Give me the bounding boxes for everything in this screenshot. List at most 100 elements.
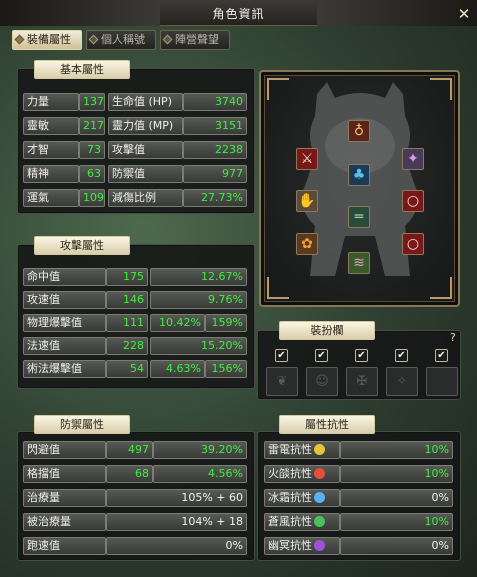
gloves-slot-icon[interactable]: ✋ xyxy=(296,190,318,212)
bracer-slot-icon[interactable]: ✦ xyxy=(402,148,424,170)
costume-slot-icon[interactable] xyxy=(426,367,458,396)
stat-percent: 15.20% xyxy=(150,337,247,355)
tab-faction-reputation[interactable]: 陣營聲望 xyxy=(160,30,230,50)
stat-value: 73 xyxy=(79,141,105,159)
resistance-value: 0% xyxy=(340,489,453,507)
trinket-slot-icon[interactable]: ✿ xyxy=(296,233,318,255)
resistance-label-text: 幽冥抗性 xyxy=(268,539,312,552)
stat-label: 靈力值 (MP) xyxy=(108,117,183,135)
stat-value: 3151 xyxy=(183,117,247,135)
stat-value: 228 xyxy=(106,337,148,355)
stat-value: 68 xyxy=(106,465,153,483)
resistance-label-text: 火燄抗性 xyxy=(268,467,312,480)
corner-ornament xyxy=(267,78,289,100)
costume-toggle-checkbox[interactable]: ✔ xyxy=(315,349,328,362)
stat-label: 力量 xyxy=(23,93,79,111)
armor-slot-icon[interactable]: ♣ xyxy=(348,164,370,186)
stat-value: 146 xyxy=(106,291,148,309)
stat-percent: 4.63% xyxy=(150,360,205,378)
character-info-window: 角色資訊 ✕ 裝備屬性 個人稱號 陣營聲望 基本屬性 ♁ ⚔ ✦ ♣ ✋ ○ ═… xyxy=(0,0,477,577)
ring-slot-icon[interactable]: ○ xyxy=(402,190,424,212)
stat-label: 攻擊值 xyxy=(108,141,183,159)
resistance-value: 10% xyxy=(340,465,453,483)
stat-multiplier: 156% xyxy=(205,360,247,378)
resistance-value: 0% xyxy=(340,537,453,555)
boots-slot-icon[interactable]: ≋ xyxy=(348,252,370,274)
stat-value: 175 xyxy=(106,268,148,286)
necklace-slot-icon[interactable]: ♁ xyxy=(348,120,370,142)
costume-slot-icon[interactable]: ✧ xyxy=(386,367,418,396)
stat-percent: 9.76% xyxy=(150,291,247,309)
resistance-value: 10% xyxy=(340,441,453,459)
corner-ornament xyxy=(267,277,289,299)
stat-label: 治療量 xyxy=(23,489,106,507)
costume-toggle-checkbox[interactable]: ✔ xyxy=(355,349,368,362)
stat-label: 法速值 xyxy=(23,337,106,355)
stat-multiplier: 159% xyxy=(205,314,247,332)
fire-icon xyxy=(314,468,325,479)
resistance-label-text: 蒼風抗性 xyxy=(268,515,312,528)
diamond-icon xyxy=(162,34,173,45)
stat-label: 運氣 xyxy=(23,189,79,207)
stat-label: 跑速值 xyxy=(23,537,106,555)
stat-label: 術法爆擊值 xyxy=(23,360,106,378)
stat-value: 0% xyxy=(106,537,247,555)
weapon-slot-icon[interactable]: ⚔ xyxy=(296,148,318,170)
dark-icon xyxy=(314,540,325,551)
stat-label: 閃避值 xyxy=(23,441,106,459)
stat-label: 物理爆擊值 xyxy=(23,314,106,332)
help-icon[interactable]: ? xyxy=(450,331,456,344)
corner-ornament xyxy=(430,78,452,100)
stat-value: 2238 xyxy=(183,141,247,159)
stat-value: 109 xyxy=(79,189,105,207)
stat-label: 減傷比例 xyxy=(108,189,183,207)
stat-label: 精神 xyxy=(23,165,79,183)
resistance-label: 火燄抗性 xyxy=(264,465,340,483)
title-bar[interactable]: 角色資訊 ✕ xyxy=(0,0,477,26)
attack-attributes-title: 攻擊屬性 xyxy=(34,236,130,255)
resistance-label: 蒼風抗性 xyxy=(264,513,340,531)
costume-slot-icon[interactable]: ✠ xyxy=(346,367,378,396)
tab-label: 個人稱號 xyxy=(101,33,145,46)
stat-value: 104% + 18 xyxy=(106,513,247,531)
stat-percent: 10.42% xyxy=(150,314,205,332)
costume-slot-icon[interactable]: ❦ xyxy=(266,367,298,396)
stat-label: 才智 xyxy=(23,141,79,159)
resistance-label: 冰霜抗性 xyxy=(264,489,340,507)
stat-percent: 4.56% xyxy=(153,465,247,483)
tab-equipment-attributes[interactable]: 裝備屬性 xyxy=(12,30,82,50)
stat-label: 靈敏 xyxy=(23,117,79,135)
costume-slot-icon[interactable]: ☺ xyxy=(306,367,338,396)
ice-icon xyxy=(314,492,325,503)
diamond-icon xyxy=(88,34,99,45)
resistance-label-text: 雷電抗性 xyxy=(268,443,312,456)
stat-value: 137 xyxy=(79,93,105,111)
tab-label: 陣營聲望 xyxy=(175,33,219,46)
lightning-icon xyxy=(314,444,325,455)
resistance-label: 幽冥抗性 xyxy=(264,537,340,555)
diamond-icon xyxy=(14,34,25,45)
belt-slot-icon[interactable]: ═ xyxy=(348,206,370,228)
defense-attributes-title: 防禦屬性 xyxy=(34,415,130,434)
corner-ornament xyxy=(430,277,452,299)
costume-toggle-checkbox[interactable]: ✔ xyxy=(395,349,408,362)
close-icon[interactable]: ✕ xyxy=(456,6,472,22)
costume-toggle-checkbox[interactable]: ✔ xyxy=(275,349,288,362)
ring-slot-icon[interactable]: ○ xyxy=(402,233,424,255)
stat-value: 497 xyxy=(106,441,153,459)
stat-value: 217 xyxy=(79,117,105,135)
stat-label: 攻速值 xyxy=(23,291,106,309)
stat-value: 63 xyxy=(79,165,105,183)
costume-toggle-checkbox[interactable]: ✔ xyxy=(435,349,448,362)
resistance-label-text: 冰霜抗性 xyxy=(268,491,312,504)
stat-label: 被治療量 xyxy=(23,513,106,531)
stat-value: 3740 xyxy=(183,93,247,111)
resistance-label: 雷電抗性 xyxy=(264,441,340,459)
window-title: 角色資訊 xyxy=(212,7,265,21)
stat-value: 54 xyxy=(106,360,148,378)
stat-value: 111 xyxy=(106,314,148,332)
tab-personal-titles[interactable]: 個人稱號 xyxy=(86,30,156,50)
costume-title: 裝扮欄 xyxy=(279,321,375,340)
tab-label: 裝備屬性 xyxy=(27,33,71,46)
stat-label: 格擋值 xyxy=(23,465,106,483)
